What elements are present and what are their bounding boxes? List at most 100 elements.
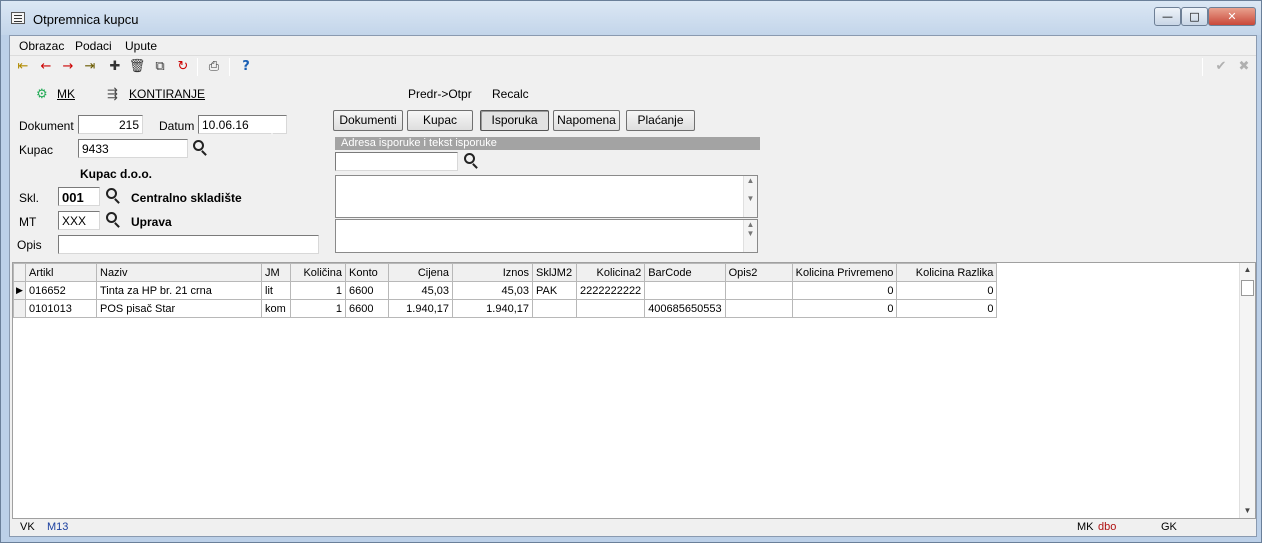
table-cell[interactable] <box>724 281 793 300</box>
memo-scrollbar[interactable]: ▲ ▼ <box>743 220 757 252</box>
dokument-field[interactable]: 215 <box>78 115 143 134</box>
table-cell[interactable] <box>724 299 793 318</box>
table-cell[interactable]: 0 <box>791 299 898 318</box>
status-mk-label: MK <box>1077 521 1094 533</box>
recalc-button[interactable]: Recalc <box>492 87 529 101</box>
column-header[interactable]: Kolicina2 <box>575 263 646 282</box>
new-record-icon[interactable]: ✚ <box>106 59 124 76</box>
mouse-pointer-icon <box>266 119 278 135</box>
table-cell[interactable]: 0 <box>791 281 898 300</box>
table-cell[interactable]: 016652 <box>25 281 97 300</box>
copy-icon[interactable]: ⧉ <box>151 59 169 76</box>
table-cell[interactable]: 0 <box>896 299 998 318</box>
column-header[interactable]: Konto <box>345 263 389 282</box>
cancel-icon[interactable]: ✖ <box>1235 59 1253 76</box>
table-cell[interactable]: PAK <box>532 281 577 300</box>
scroll-down-icon[interactable]: ▼ <box>1240 504 1255 518</box>
column-header[interactable]: Kolicina Razlika <box>896 263 998 282</box>
table-cell[interactable]: 400685650553 <box>644 299 726 318</box>
table-cell[interactable]: POS pisač Star <box>96 299 262 318</box>
window-app-icon[interactable] <box>11 12 25 24</box>
table-cell[interactable]: 1.940,17 <box>388 299 453 318</box>
column-header[interactable]: JM <box>261 263 291 282</box>
delete-icon[interactable]: 🗑 <box>128 59 146 76</box>
tab-kupac[interactable]: Kupac <box>407 110 473 131</box>
form-client-area: Obrazac Podaci Upute ⇤ ← → ⇥ ✚ 🗑 ⧉ ↻ ⎙ ?… <box>9 35 1257 537</box>
column-header[interactable]: Artikl <box>25 263 97 282</box>
grid-header-row: Artikl Naziv JM Količina Konto Cijena Iz… <box>13 263 998 282</box>
menu-obrazac[interactable]: Obrazac <box>19 39 64 53</box>
table-cell[interactable] <box>644 281 726 300</box>
mk-icon: ⚙ <box>36 86 48 101</box>
maximize-button[interactable]: □ <box>1181 7 1208 26</box>
column-header[interactable]: Kolicina Privremeno <box>791 263 898 282</box>
table-cell[interactable]: lit <box>261 281 291 300</box>
column-header[interactable]: Količina <box>290 263 346 282</box>
skl-name: Centralno skladište <box>131 191 242 205</box>
table-cell[interactable]: 6600 <box>345 299 389 318</box>
column-header[interactable]: Opis2 <box>724 263 793 282</box>
grid-vertical-scrollbar[interactable]: ▲ ▼ <box>1239 263 1255 518</box>
table-cell[interactable]: 0101013 <box>25 299 97 318</box>
table-cell[interactable] <box>575 299 646 318</box>
scroll-up-icon[interactable]: ▲ <box>1240 263 1255 277</box>
table-cell[interactable]: 1 <box>290 299 346 318</box>
title-bar[interactable]: Otpremnica kupcu — □ ✕ <box>1 1 1261 35</box>
tab-napomena[interactable]: Napomena <box>553 110 620 131</box>
column-header[interactable]: BarCode <box>644 263 726 282</box>
column-header[interactable]: Iznos <box>452 263 533 282</box>
search-icon <box>106 188 117 199</box>
column-header[interactable]: Cijena <box>388 263 453 282</box>
column-header[interactable]: SklJM2 <box>532 263 577 282</box>
delivery-address-field[interactable] <box>335 152 458 171</box>
next-record-icon[interactable]: → <box>59 59 77 76</box>
kupac-search-button[interactable] <box>190 138 210 158</box>
table-cell[interactable]: 2222222222 <box>575 281 646 300</box>
table-cell[interactable]: 1 <box>290 281 346 300</box>
skl-field[interactable]: 001 <box>58 187 100 206</box>
close-button[interactable]: ✕ <box>1208 7 1256 26</box>
table-cell[interactable]: 45,03 <box>388 281 453 300</box>
table-cell[interactable]: Tinta za HP br. 21 crna <box>96 281 262 300</box>
last-record-icon[interactable]: ⇥ <box>81 59 99 76</box>
refresh-icon[interactable]: ↻ <box>174 59 192 76</box>
kontiranje-button[interactable]: KONTIRANJE <box>129 87 205 101</box>
delivery-text-memo-1[interactable]: ▲ ▼ <box>335 175 758 218</box>
skl-search-button[interactable] <box>103 186 123 206</box>
table-cell[interactable] <box>532 299 577 318</box>
table-cell[interactable]: 6600 <box>345 281 389 300</box>
previous-record-icon[interactable]: ← <box>37 59 55 76</box>
mk-button[interactable]: MK <box>57 87 75 101</box>
table-cell[interactable]: 1.940,17 <box>452 299 533 318</box>
items-grid[interactable]: Artikl Naziv JM Količina Konto Cijena Iz… <box>12 262 1256 519</box>
mt-name: Uprava <box>131 215 172 229</box>
print-icon[interactable]: ⎙ <box>205 59 223 76</box>
tab-dokumenti[interactable]: Dokumenti <box>333 110 403 131</box>
toolbar-separator <box>1202 58 1203 76</box>
kupac-field[interactable]: 9433 <box>78 139 188 158</box>
table-cell[interactable]: 45,03 <box>452 281 533 300</box>
mt-search-button[interactable] <box>103 210 123 230</box>
tab-isporuka[interactable]: Isporuka <box>480 110 549 131</box>
scroll-thumb[interactable] <box>1241 280 1254 296</box>
predr-otpr-button[interactable]: Predr->Otpr <box>408 87 472 101</box>
search-icon <box>464 153 475 164</box>
memo-scrollbar[interactable]: ▲ ▼ <box>743 176 757 217</box>
opis-field[interactable] <box>58 235 319 254</box>
delivery-search-button[interactable] <box>461 151 481 171</box>
column-header[interactable]: Naziv <box>96 263 262 282</box>
table-cell[interactable]: 0 <box>896 281 998 300</box>
mt-field[interactable]: XXX <box>58 211 100 230</box>
confirm-icon[interactable]: ✔ <box>1212 59 1230 76</box>
minimize-button[interactable]: — <box>1154 7 1181 26</box>
delivery-text-memo-2[interactable]: ▲ ▼ <box>335 219 758 253</box>
menu-upute[interactable]: Upute <box>125 39 157 53</box>
table-row[interactable]: ▶ 016652 Tinta za HP br. 21 crna lit 1 6… <box>13 281 998 300</box>
table-row[interactable]: 0101013 POS pisač Star kom 1 6600 1.940,… <box>13 299 998 318</box>
help-icon[interactable]: ? <box>237 59 255 76</box>
tab-placanje[interactable]: Plaćanje <box>626 110 695 131</box>
menu-podaci[interactable]: Podaci <box>75 39 112 53</box>
table-cell[interactable]: kom <box>261 299 291 318</box>
status-mk-value: dbo <box>1098 521 1117 533</box>
first-record-icon[interactable]: ⇤ <box>14 59 32 76</box>
